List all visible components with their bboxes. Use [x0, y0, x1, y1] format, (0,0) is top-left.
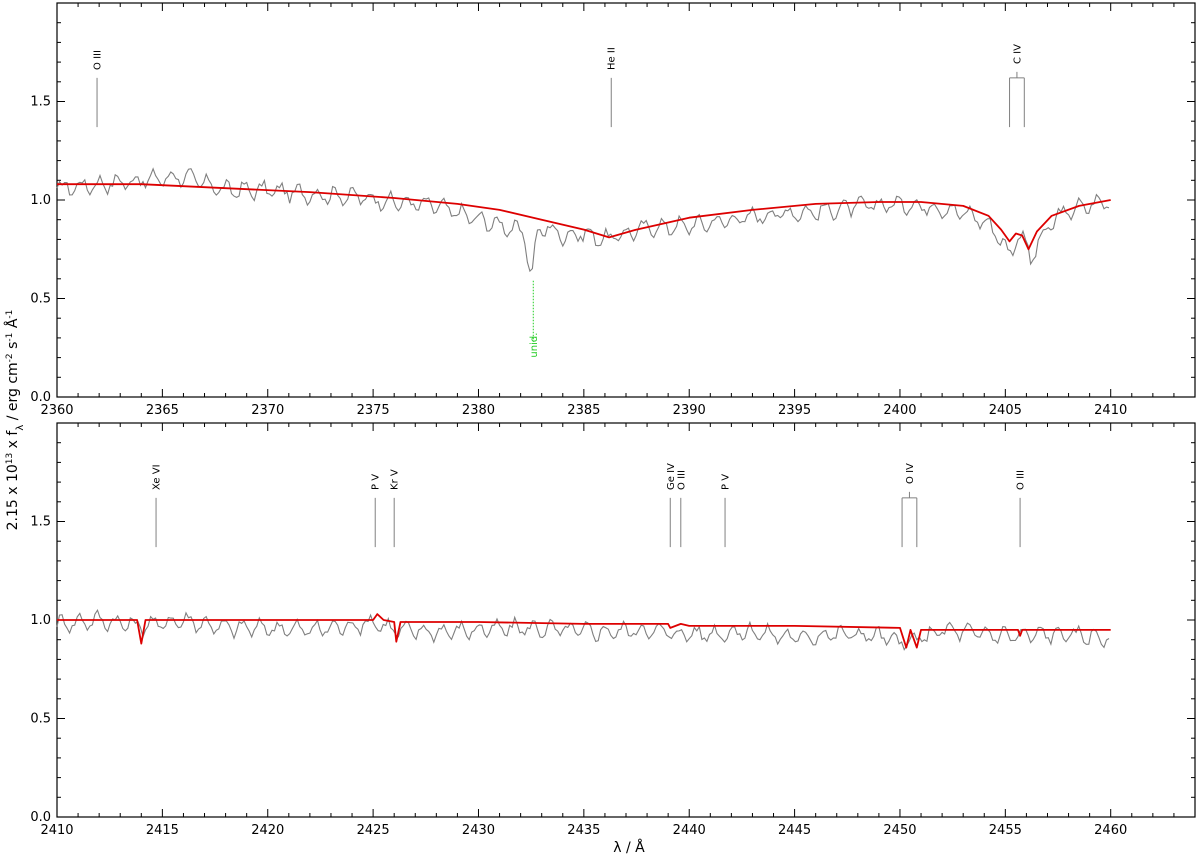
y-axis-label: 2.15 x 1013 x fλ / erg cm-2 s-1 Å-1 — [4, 310, 26, 531]
spectrum-figure: 2360 2365 2370 2375 2380 2385 2390 2395 2400 2405… — [4, 2, 1196, 856]
x-tick-label: 2450 — [883, 823, 916, 838]
ion-label: He II — [607, 47, 618, 70]
ion-label: C IV — [1012, 44, 1023, 64]
y-tick-label: 0.0 — [30, 810, 51, 825]
lower-panel: 2410 2415 2420 2425 2430 2435 2440 2445 2450 2455… — [30, 422, 1196, 838]
y-tick-label: 0.5 — [30, 292, 51, 307]
ion-label: O III — [676, 470, 687, 490]
x-tick-label: 2425 — [357, 823, 390, 838]
ion-label: Kr V — [390, 469, 401, 490]
x-tick-label: 2420 — [251, 823, 284, 838]
x-tick-label: 2380 — [462, 403, 495, 418]
y-tick-label: 1.0 — [30, 613, 51, 628]
x-tick-label: 2455 — [989, 823, 1022, 838]
upper-panel: 2360 2365 2370 2375 2380 2385 2390 2395 2400 2405… — [30, 2, 1196, 418]
x-tick-label: 2395 — [778, 403, 811, 418]
y-tick-label: 1.0 — [30, 193, 51, 208]
unidentified-label: unid. — [529, 333, 540, 358]
x-tick-label: 2365 — [146, 403, 179, 418]
x-tick-label: 2405 — [989, 403, 1022, 418]
y-tick-label: 0.5 — [30, 712, 51, 727]
y-tick-label: 1.5 — [30, 515, 51, 530]
plot-frame — [56, 2, 1196, 398]
x-tick-label: 2385 — [567, 403, 600, 418]
x-tick-label: 2375 — [357, 403, 390, 418]
x-tick-label: 2430 — [462, 823, 495, 838]
ion-label: P V — [371, 474, 382, 490]
x-axis-label: λ / Å — [613, 839, 645, 856]
x-tick-label: 2460 — [1094, 823, 1127, 838]
x-tick-label: 2410 — [40, 823, 73, 838]
x-tick-label: 2440 — [673, 823, 706, 838]
x-tick-label: 2410 — [1094, 403, 1127, 418]
observed-spectrum-line — [56, 167, 1110, 273]
x-tick-label: 2370 — [251, 403, 284, 418]
ion-label: P V — [721, 474, 732, 490]
ion-label: Xe VI — [152, 464, 163, 490]
x-tick-label: 2360 — [40, 403, 73, 418]
y-tick-label: 0.0 — [30, 390, 51, 405]
ion-label: O IV — [905, 463, 916, 484]
ion-label: O III — [93, 50, 104, 70]
ion-label: O III — [1016, 470, 1027, 490]
x-tick-label: 2390 — [673, 403, 706, 418]
y-tick-label: 1.5 — [30, 95, 51, 110]
model-spectrum-line — [57, 613, 1111, 649]
x-tick-label: 2435 — [567, 823, 600, 838]
ion-label: Ge IV — [666, 463, 677, 490]
x-tick-label: 2415 — [146, 823, 179, 838]
x-tick-label: 2400 — [883, 403, 916, 418]
x-tick-label: 2445 — [778, 823, 811, 838]
